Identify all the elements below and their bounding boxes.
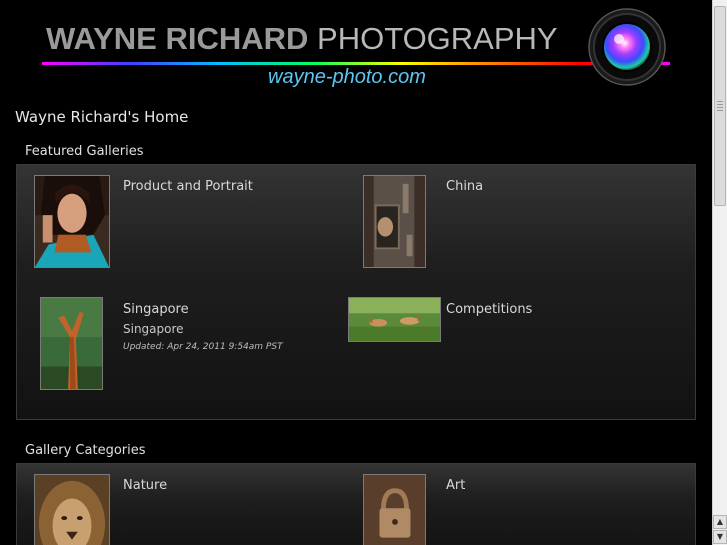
gallery-thumb-product-portrait[interactable] <box>34 175 110 268</box>
category-title-nature[interactable]: Nature <box>123 478 167 493</box>
gallery-subtitle-singapore: Singapore <box>123 322 184 336</box>
gallery-categories-panel: Nature Art <box>16 463 696 545</box>
gallery-title-china[interactable]: China <box>446 179 483 194</box>
gallery-updated-singapore: Updated: Apr 24, 2011 9:54am PST <box>123 342 283 352</box>
gallery-thumb-china[interactable] <box>363 175 426 268</box>
site-url[interactable]: wayne-photo.com <box>268 66 426 89</box>
featured-galleries-panel: Product and Portrait China Singapore Sin… <box>16 164 696 420</box>
gallery-title-competitions[interactable]: Competitions <box>446 302 532 317</box>
deer-photo <box>349 298 440 341</box>
logo-brand-light: PHOTOGRAPHY <box>317 21 558 56</box>
portrait-photo <box>35 176 109 267</box>
padlock-photo <box>364 475 425 545</box>
logo-brand-bold: WAYNE RICHARD <box>46 21 309 56</box>
gallery-title-product-portrait[interactable]: Product and Portrait <box>123 179 253 194</box>
page: WAYNE RICHARD PHOTOGRAPHY wayne-photo.co… <box>0 0 712 545</box>
tree-photo <box>41 298 102 389</box>
gallery-thumb-singapore[interactable] <box>40 297 103 390</box>
category-thumb-art[interactable] <box>363 474 426 545</box>
camera-lens-logo <box>588 8 666 86</box>
scroll-down-arrow-icon[interactable]: ▼ <box>713 530 727 544</box>
featured-galleries-heading: Featured Galleries <box>25 144 144 159</box>
page-title: Wayne Richard's Home <box>15 108 189 126</box>
gallery-title-singapore[interactable]: Singapore <box>123 302 189 317</box>
scrollbar-thumb[interactable] <box>714 6 726 206</box>
rainbow-divider <box>42 62 670 65</box>
scrollbar-grip-icon <box>717 101 723 113</box>
gallery-thumb-competitions[interactable] <box>348 297 441 342</box>
lion-photo <box>35 475 109 545</box>
category-title-art[interactable]: Art <box>446 478 465 493</box>
category-thumb-nature[interactable] <box>34 474 110 545</box>
site-logo[interactable]: WAYNE RICHARD PHOTOGRAPHY <box>46 20 558 58</box>
vertical-scrollbar[interactable]: ▲ ▼ <box>712 0 727 545</box>
gallery-categories-heading: Gallery Categories <box>25 443 146 458</box>
scroll-up-arrow-icon[interactable]: ▲ <box>713 515 727 529</box>
window-photo <box>364 176 425 267</box>
